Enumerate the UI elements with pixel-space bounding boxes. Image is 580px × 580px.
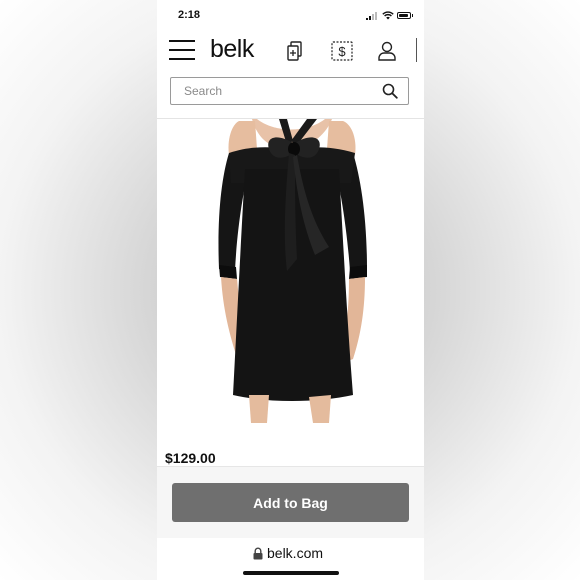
menu-icon[interactable] <box>169 40 195 60</box>
wifi-icon <box>382 11 394 20</box>
search-icon[interactable] <box>382 83 398 99</box>
lock-icon <box>253 547 263 560</box>
dress-image <box>218 119 367 423</box>
site-header: belk $ <box>157 32 424 70</box>
search-box[interactable] <box>170 77 409 105</box>
search-area <box>157 70 424 119</box>
search-input[interactable] <box>171 78 384 104</box>
home-indicator[interactable] <box>243 571 339 575</box>
battery-icon <box>397 12 413 19</box>
product-price: $129.00 <box>165 450 216 466</box>
add-to-bag-bar: Add to Bag <box>157 466 424 539</box>
belk-logo[interactable]: belk <box>210 35 254 64</box>
deals-icon[interactable]: $ <box>331 41 353 61</box>
status-time: 2:18 <box>178 9 201 21</box>
header-divider <box>416 38 417 62</box>
account-icon[interactable] <box>378 41 396 61</box>
add-to-bag-button[interactable]: Add to Bag <box>172 483 409 522</box>
cellular-signal-icon <box>366 12 380 20</box>
product-image[interactable] <box>157 119 424 439</box>
store-icon[interactable] <box>286 41 304 61</box>
browser-url-bar[interactable]: belk.com <box>157 538 424 580</box>
phone-screen: 2:18 belk $ Search $129.00 Add to Bag be… <box>157 0 424 580</box>
url-text[interactable]: belk.com <box>267 545 323 561</box>
status-bar: 2:18 <box>157 0 424 32</box>
svg-text:$: $ <box>338 44 346 59</box>
